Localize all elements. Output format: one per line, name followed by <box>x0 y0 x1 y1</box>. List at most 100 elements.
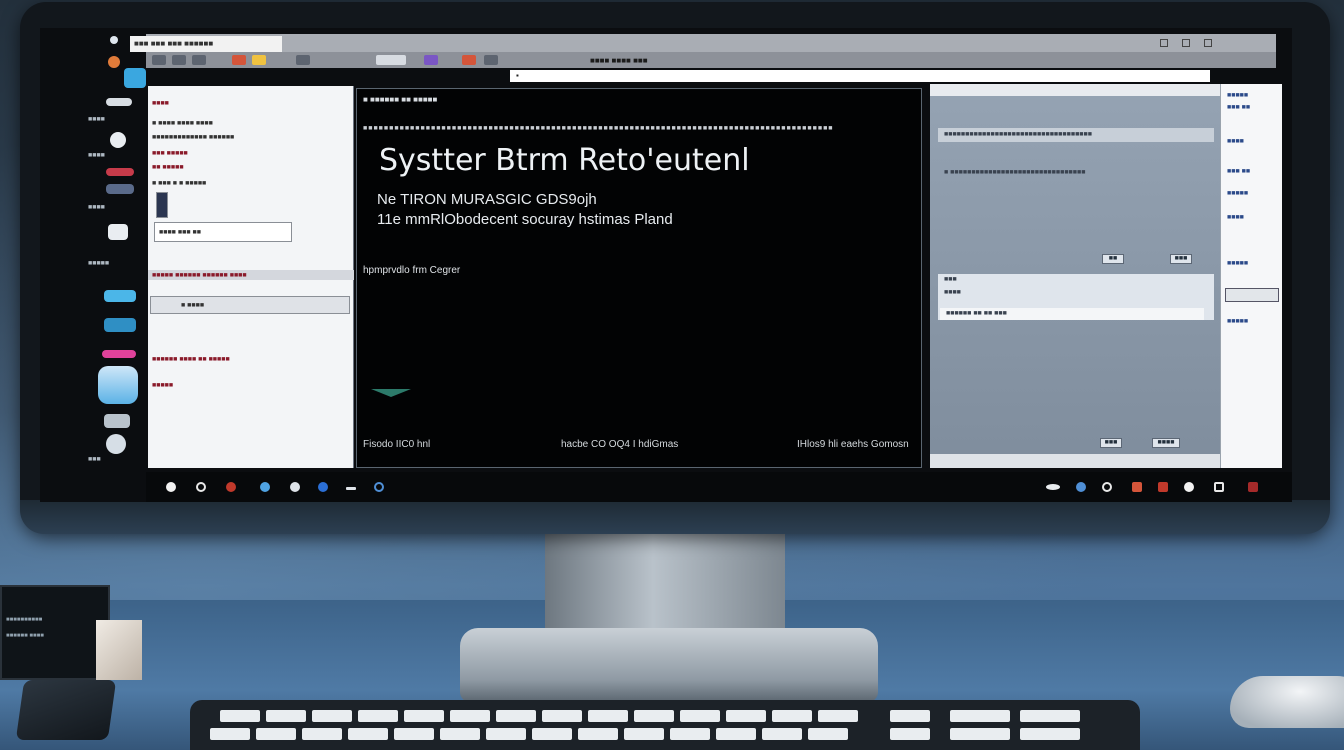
finder-icon[interactable] <box>98 366 138 404</box>
key <box>890 710 930 722</box>
tool-field[interactable] <box>376 55 406 65</box>
key <box>404 710 444 722</box>
app-x-icon[interactable] <box>124 68 146 88</box>
key <box>302 728 342 740</box>
panel-text: ■■■■ <box>152 100 169 107</box>
tool-icon[interactable] <box>232 55 246 65</box>
tool-icon[interactable] <box>484 55 498 65</box>
search-icon[interactable] <box>196 482 206 492</box>
dock-label: ■■■■ <box>88 152 105 159</box>
key <box>624 728 664 740</box>
settings-button[interactable]: ■■■■ <box>1152 438 1180 448</box>
key <box>348 728 388 740</box>
phone-device <box>15 680 117 740</box>
pink-bar-icon[interactable] <box>102 350 136 358</box>
sidebar-item[interactable]: ■■■ ■■ <box>1227 168 1250 175</box>
settings-button[interactable]: ■■■ <box>1100 438 1122 448</box>
computer-mouse <box>1230 676 1344 728</box>
tool-icon[interactable] <box>172 55 186 65</box>
sidebar-item[interactable]: ■■■ ■■ <box>1227 104 1250 111</box>
folder-icon[interactable] <box>104 318 136 332</box>
tool-icon[interactable] <box>192 55 206 65</box>
settings-button[interactable]: ■■■ <box>1170 254 1192 264</box>
sidebar-item[interactable]: ■■■■■ <box>1227 260 1248 267</box>
blue-bar-icon[interactable] <box>106 184 134 194</box>
key <box>532 728 572 740</box>
sidebar-button[interactable] <box>1225 288 1279 302</box>
sidebar-column: ■■■■■ ■■■ ■■ ■■■■ ■■■ ■■ ■■■■■ ■■■■ ■■■■… <box>1220 84 1282 468</box>
key <box>450 710 490 722</box>
taskbar <box>146 472 1292 502</box>
sidebar-item[interactable]: ■■■■■ <box>1227 318 1248 325</box>
panel-text: ■■■■■ <box>152 382 174 389</box>
settings-button[interactable]: ■■ <box>1102 254 1124 264</box>
battery-icon[interactable] <box>1184 482 1194 492</box>
card-icon[interactable] <box>104 414 130 428</box>
dot-icon[interactable] <box>110 36 118 44</box>
minimize-icon[interactable] <box>1160 39 1168 47</box>
minus-icon[interactable] <box>346 487 356 490</box>
key <box>394 728 434 740</box>
key <box>578 728 618 740</box>
alert-icon[interactable] <box>1158 482 1168 492</box>
sidebar-item[interactable]: ■■■■ <box>1227 138 1244 145</box>
notification-icon[interactable] <box>1132 482 1142 492</box>
sidebar-item[interactable]: ■■■■ <box>1227 214 1244 221</box>
tool-icon[interactable] <box>152 55 166 65</box>
key <box>1020 728 1080 740</box>
dock-label: ■■■ <box>88 456 101 463</box>
window-icon[interactable] <box>1214 482 1224 492</box>
tool-icon[interactable] <box>462 55 476 65</box>
address-bar[interactable]: ▪ <box>510 70 1210 82</box>
panel-text: ■■ ■■■■■ <box>152 164 184 171</box>
printer-icon[interactable] <box>108 224 128 240</box>
settings-strip: ■ ■■■■■■■■■■■■■■■■■■■■■■■■■■■■■■■■ <box>944 169 1086 176</box>
settings-input[interactable]: ■■■■■■ ■■ ■■ ■■■ <box>940 308 1204 320</box>
panel-header-text: ■■■■■ ■■■■■■ ■■■■■■ ■■■■ <box>152 272 247 279</box>
sidebar-item[interactable]: ■■■■■ <box>1227 190 1248 197</box>
start-icon[interactable] <box>166 482 176 492</box>
dock-label: ■■■■■ <box>88 260 110 267</box>
settings-icon[interactable] <box>374 482 384 492</box>
tool-icon[interactable] <box>296 55 310 65</box>
file-panel: ■■■■ ■ ■■■■ ■■■■ ■■■■ ■■■■■■■■■■■■■ ■■■■… <box>148 86 354 468</box>
tool-icon[interactable] <box>252 55 266 65</box>
key <box>588 710 628 722</box>
key <box>440 728 480 740</box>
settings-strip[interactable]: ■■■■■■■■■■■■■■■■■■■■■■■■■■■■■■■■■■■ <box>938 128 1214 142</box>
app-icon[interactable] <box>260 482 270 492</box>
network-icon[interactable] <box>1076 482 1086 492</box>
dock-label: ■■■■ <box>88 116 105 123</box>
panel-icon <box>156 192 168 218</box>
key <box>762 728 802 740</box>
cursor-icon <box>371 389 411 397</box>
keyboard <box>190 700 1140 750</box>
monitor-stand-neck <box>545 534 785 630</box>
close-icon[interactable] <box>1204 39 1212 47</box>
red-bar-icon[interactable] <box>106 168 134 176</box>
panel-table[interactable]: ■■■■ ■■■ ■■ <box>154 222 292 242</box>
maximize-icon[interactable] <box>1182 39 1190 47</box>
record-icon[interactable] <box>1248 482 1258 492</box>
app-icon[interactable] <box>226 482 236 492</box>
settings-field-label: ■■■ <box>944 276 957 283</box>
system-dock: ■■■■ ■■■■ ■■■■ ■■■■■ ■■■ <box>40 28 146 502</box>
key <box>890 728 930 740</box>
app-icon[interactable] <box>108 56 120 68</box>
terminal-header: ■ ■■■■■■ ■■ ■■■■■ <box>363 95 438 104</box>
window-title: ■■■ ■■■ ■■■ ■■■■■■ <box>130 36 282 52</box>
profile-icon[interactable] <box>106 434 126 454</box>
panel-selected-row[interactable]: ■ ■■■■ <box>150 296 350 314</box>
sidebar-item[interactable]: ■■■■■ <box>1227 92 1248 99</box>
circle-icon[interactable] <box>110 132 126 148</box>
terminal-window[interactable]: ■ ■■■■■■ ■■ ■■■■■ ■■■■■■■■■■■■■■■■■■■■■■… <box>356 88 922 468</box>
pen-icon[interactable] <box>1046 484 1060 490</box>
tool-icon[interactable] <box>424 55 438 65</box>
volume-icon[interactable] <box>1102 482 1112 492</box>
key <box>726 710 766 722</box>
cloud-icon[interactable] <box>104 290 136 302</box>
key <box>220 710 260 722</box>
browser-icon[interactable] <box>318 482 328 492</box>
chat-icon[interactable] <box>290 482 300 492</box>
bar-icon[interactable] <box>106 98 132 106</box>
